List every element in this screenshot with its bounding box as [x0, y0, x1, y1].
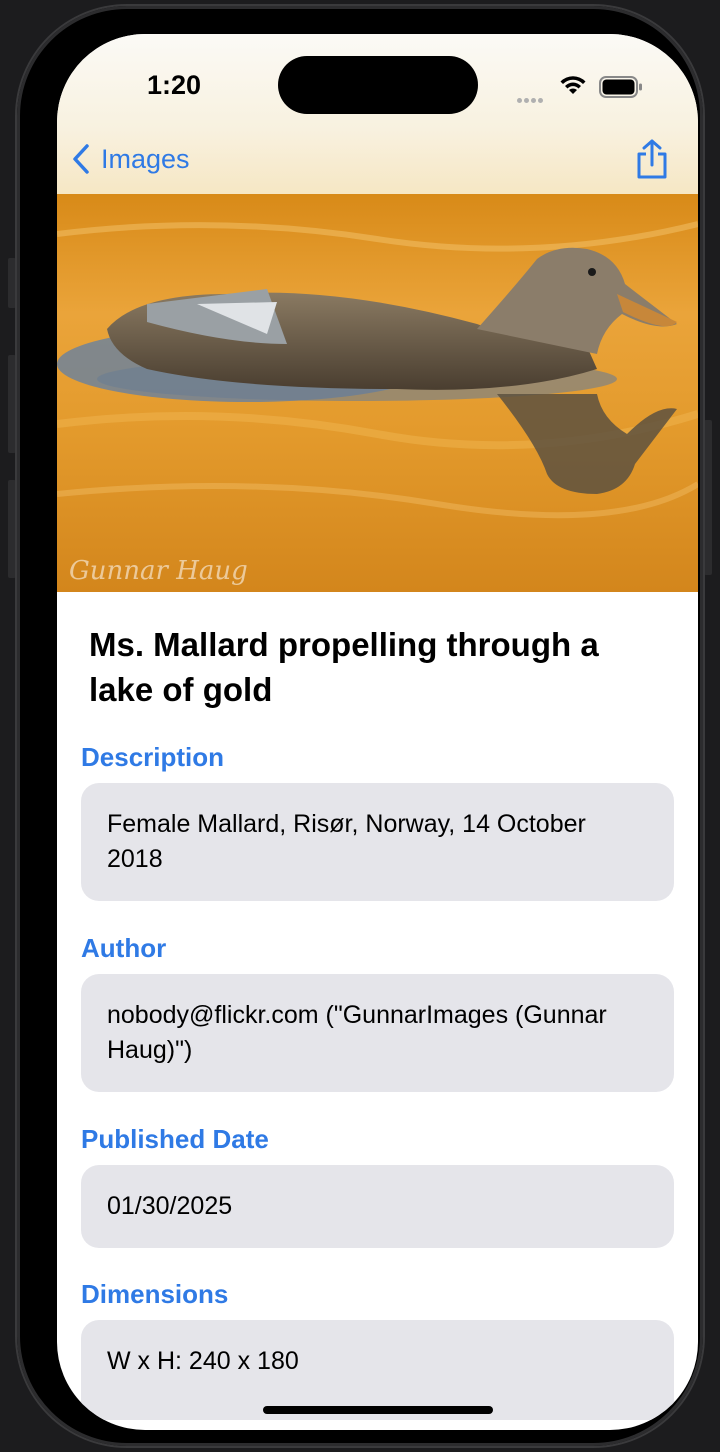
status-time: 1:20: [147, 70, 202, 100]
published-date-value: 01/30/2025: [107, 1192, 233, 1220]
power-button: [704, 420, 712, 575]
back-button[interactable]: Images: [71, 139, 190, 179]
photo-title: Ms. Mallard propelling through a lake of…: [89, 626, 599, 708]
duck-photo: Gunnar Haug: [57, 194, 698, 592]
duck-illustration: Gunnar Haug: [57, 194, 698, 592]
home-indicator[interactable]: [263, 1406, 493, 1414]
share-icon[interactable]: [635, 139, 669, 181]
status-bar: 1:20: [57, 34, 698, 144]
wifi-icon: [560, 76, 586, 94]
author-card: nobody@flickr.com ("GunnarImages (Gunnar…: [81, 974, 674, 1092]
author-value: nobody@flickr.com ("GunnarImages (Gunnar…: [107, 1001, 607, 1064]
description-value: Female Mallard, Risør, Norway, 14 Octobe…: [107, 810, 586, 873]
dimensions-card: W x H: 240 x 180: [81, 1320, 674, 1420]
author-label: Author: [81, 933, 167, 963]
published-date-card: 01/30/2025: [81, 1165, 674, 1248]
dimensions-label: Dimensions: [81, 1279, 229, 1309]
navigation-bar: Images: [57, 139, 698, 189]
dynamic-island: [278, 56, 478, 114]
action-button: [8, 258, 16, 308]
published-date-label: Published Date: [81, 1124, 269, 1154]
description-card: Female Mallard, Risør, Norway, 14 Octobe…: [81, 783, 674, 901]
description-label: Description: [81, 742, 225, 772]
back-button-label: Images: [101, 143, 190, 174]
phone-frame: 1:20 Images Gunnar Haug Ms. Mallard prop…: [17, 6, 703, 1446]
chevron-left-icon: [73, 144, 89, 174]
dimensions-value: W x H: 240 x 180: [107, 1347, 299, 1375]
screen: 1:20 Images Gunnar Haug Ms. Mallard prop…: [57, 34, 698, 1430]
volume-down-button: [8, 480, 16, 578]
cellular-icon: [517, 90, 545, 108]
volume-up-button: [8, 355, 16, 453]
battery-icon: [599, 76, 642, 98]
watermark: Gunnar Haug: [69, 556, 248, 586]
